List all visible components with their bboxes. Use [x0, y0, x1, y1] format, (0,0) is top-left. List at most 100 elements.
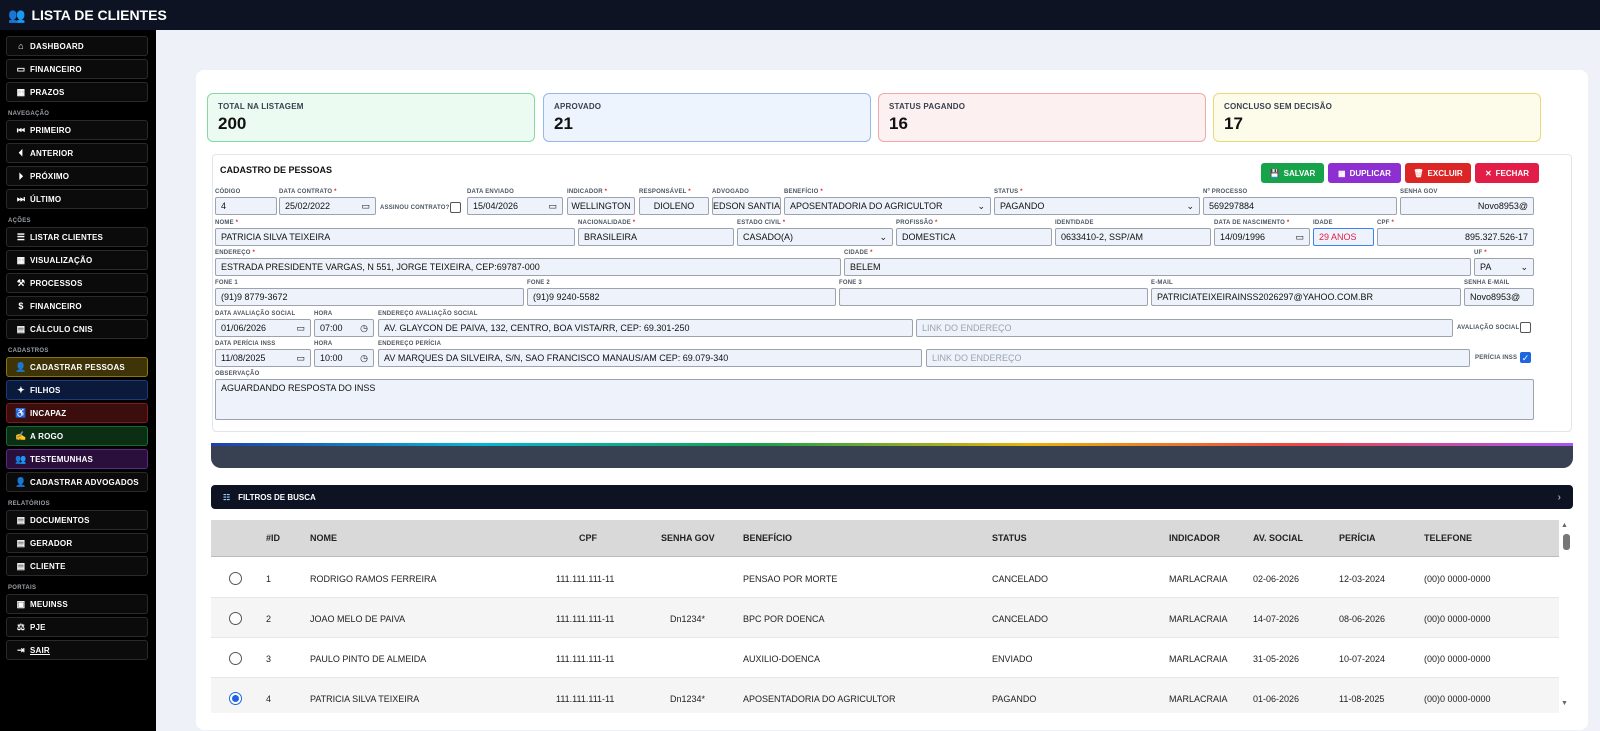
sidebar-item-cadastrar-pessoas[interactable]: 👤 CADASTRAR PESSOAS [6, 357, 148, 377]
sidebar-item-pr-ximo[interactable]: ⏵ PRÓXIMO [6, 166, 148, 186]
sidebar-item-anterior[interactable]: ⏴ ANTERIOR [6, 143, 148, 163]
status-field[interactable]: PAGANDO ⌄ [994, 197, 1200, 215]
col-pericia[interactable]: PERÍCIA [1339, 533, 1376, 543]
data_pericia-field[interactable]: 11/08/2025 ▭ [215, 349, 311, 367]
codigo-field[interactable]: 4 [215, 197, 277, 215]
duplicate-button[interactable]: ▦ DUPLICAR [1328, 163, 1401, 183]
col-id[interactable]: #ID [266, 533, 280, 543]
profissao-field[interactable]: DOMESTICA [896, 228, 1052, 246]
sidebar-item-cadastrar-advogados[interactable]: 👤 CADASTRAR ADVOGADOS [6, 472, 148, 492]
row-select-radio[interactable] [229, 612, 242, 625]
responsavel-field[interactable]: DIOLENO [639, 197, 709, 215]
senha_gov-field[interactable]: Novo8953@ [1400, 197, 1534, 215]
calendar-icon[interactable]: ▭ [361, 201, 370, 212]
label-text: FONE 3 [839, 280, 862, 286]
close-button[interactable]: ✕ FECHAR [1475, 163, 1539, 183]
fone3-field[interactable] [839, 288, 1148, 306]
sidebar-item--ltimo[interactable]: ⏭ ÚLTIMO [6, 189, 148, 209]
sidebar-item-testemunhas[interactable]: 👥 TESTEMUNHAS [6, 449, 148, 469]
beneficio-field[interactable]: APOSENTADORIA DO AGRICULTOR ⌄ [784, 197, 991, 215]
table-scrollbar[interactable]: ▲ ▼ [1560, 520, 1572, 713]
sidebar-item-incapaz[interactable]: ♿ INCAPAZ [6, 403, 148, 423]
fone2-field[interactable]: (91)9 9240-5582 [527, 288, 836, 306]
hora_pericia-field[interactable]: 10:00 ◷ [314, 349, 374, 367]
sidebar-item-prazos[interactable]: ▦ PRAZOS [6, 82, 148, 102]
table-row[interactable]: 3 PAULO PINTO DE ALMEIDA 111.111.111-11 AUX… [211, 638, 1559, 678]
aval-social-checkbox[interactable] [1520, 322, 1531, 333]
nacionalidade-field[interactable]: BRASILEIRA [578, 228, 734, 246]
sidebar-item-pje[interactable]: ⚖ PJE [6, 617, 148, 637]
menu-icon: ⇥ [17, 644, 25, 655]
nascimento-field[interactable]: 14/09/1996 ▭ [1214, 228, 1310, 246]
sidebar-item-gerador[interactable]: ▤ GERADOR [6, 533, 148, 553]
calendar-icon[interactable]: ▭ [1295, 232, 1304, 243]
aval-link-field[interactable]: LINK DO ENDEREÇO [916, 319, 1453, 337]
calendar-icon[interactable]: ▭ [296, 323, 305, 334]
sidebar-item-filhos[interactable]: ✦ FILHOS [6, 380, 148, 400]
sidebar-item-listar-clientes[interactable]: ☰ LISTAR CLIENTES [6, 227, 148, 247]
senha_email-field[interactable]: Novo8953@ [1464, 288, 1534, 306]
scroll-down-icon[interactable]: ▼ [1561, 700, 1568, 707]
assinou-checkbox[interactable] [450, 202, 461, 213]
processo-field[interactable]: 569297884 [1203, 197, 1397, 215]
identidade-field[interactable]: 0633410-2, SSP/AM [1055, 228, 1211, 246]
table-row[interactable]: 4 PATRICIA SILVA TEIXEIRA 111.111.111-11 Dn… [211, 678, 1559, 713]
col-nome[interactable]: NOME [310, 533, 337, 543]
scroll-up-icon[interactable]: ▲ [1561, 522, 1568, 529]
end_pericia-field[interactable]: AV MARQUES DA SILVEIRA, S/N, SAO FRANCIS… [378, 349, 922, 367]
col-cpf[interactable]: CPF [579, 533, 597, 543]
cidade-field[interactable]: BELEM [844, 258, 1471, 276]
hora_aval-field[interactable]: 07:00 ◷ [314, 319, 374, 337]
pericia-link-field[interactable]: LINK DO ENDEREÇO [926, 349, 1470, 367]
nome-field[interactable]: PATRICIA SILVA TEIXEIRA [215, 228, 575, 246]
sidebar-item-a-rogo[interactable]: ✍ A ROGO [6, 426, 148, 446]
data_enviado-field[interactable]: 15/04/2026 ▭ [467, 197, 563, 215]
table-row[interactable]: 1 RODRIGO RAMOS FERREIRA 111.111.111-11 PEN… [211, 558, 1559, 598]
estado_civil-field[interactable]: CASADO(A) ⌄ [737, 228, 893, 246]
end_aval-field[interactable]: AV. GLAYCON DE PAIVA, 132, CENTRO, BOA V… [378, 319, 913, 337]
col-senha[interactable]: SENHA GOV [661, 533, 715, 543]
clock-icon[interactable]: ◷ [360, 353, 368, 364]
col-aval[interactable]: AV. SOCIAL [1253, 533, 1303, 543]
row-select-radio[interactable] [229, 572, 242, 585]
sidebar-item-visualiza-o[interactable]: ▦ VISUALIZAÇÃO [6, 250, 148, 270]
delete-button[interactable]: 🗑 EXCLUIR [1405, 163, 1471, 183]
row-select-radio[interactable] [229, 692, 242, 705]
sidebar-item-c-lculo-cnis[interactable]: ▤ CÁLCULO CNIS [6, 319, 148, 339]
idade-field[interactable]: 29 ANOS [1313, 228, 1374, 246]
save-button[interactable]: 💾 SALVAR [1261, 163, 1324, 183]
cell-beneficio: AUXILIO-DOENCA [743, 654, 821, 664]
sidebar-item-sair[interactable]: ⇥ SAIR [6, 640, 148, 660]
table-row[interactable]: 2 JOAO MELO DE PAIVA 111.111.111-11 Dn1234*… [211, 598, 1559, 638]
data_contrato-field[interactable]: 25/02/2022 ▭ [279, 197, 376, 215]
col-status[interactable]: STATUS [992, 533, 1027, 543]
close-label: FECHAR [1495, 168, 1530, 178]
sidebar-item-processos[interactable]: ⚒ PROCESSOS [6, 273, 148, 293]
data_aval-field[interactable]: 01/06/2026 ▭ [215, 319, 311, 337]
indicador-field[interactable]: WELLINGTON [567, 197, 635, 215]
col-indicador[interactable]: INDICADOR [1169, 533, 1220, 543]
sidebar-item-documentos[interactable]: ▤ DOCUMENTOS [6, 510, 148, 530]
sidebar-item-financeiro[interactable]: $ FINANCEIRO [6, 296, 148, 316]
clock-icon[interactable]: ◷ [360, 323, 368, 334]
search-filters-toggle[interactable]: ☷ FILTROS DE BUSCA › [211, 485, 1573, 509]
advogado-field[interactable]: EDSON SANTIA [712, 197, 781, 215]
email-field[interactable]: PATRICIATEIXEIRAINSS2026297@YAHOO.COM.BR [1151, 288, 1461, 306]
fone1-field[interactable]: (91)9 8779-3672 [215, 288, 524, 306]
pericia-inss-checkbox[interactable]: ✓ [1520, 352, 1531, 363]
col-telefone[interactable]: TELEFONE [1424, 533, 1472, 543]
sidebar-item-meuinss[interactable]: ▣ MEUINSS [6, 594, 148, 614]
endereco-field[interactable]: ESTRADA PRESIDENTE VARGAS, N 551, JORGE … [215, 258, 841, 276]
row-select-radio[interactable] [229, 652, 242, 665]
sidebar-item-cliente[interactable]: ▤ CLIENTE [6, 556, 148, 576]
sidebar-item-primeiro[interactable]: ⏮ PRIMEIRO [6, 120, 148, 140]
uf-field[interactable]: PA ⌄ [1474, 258, 1534, 276]
sidebar-item-financeiro[interactable]: ▭ FINANCEIRO [6, 59, 148, 79]
col-beneficio[interactable]: BENEFÍCIO [743, 533, 792, 543]
calendar-icon[interactable]: ▭ [548, 201, 557, 212]
sidebar-item-dashboard[interactable]: ⌂ DASHBOARD [6, 36, 148, 56]
scroll-thumb[interactable] [1563, 534, 1570, 550]
observacao-field[interactable]: AGUARDANDO RESPOSTA DO INSS [215, 379, 1534, 420]
cpf-field[interactable]: 895.327.526-17 [1377, 228, 1534, 246]
calendar-icon[interactable]: ▭ [296, 353, 305, 364]
